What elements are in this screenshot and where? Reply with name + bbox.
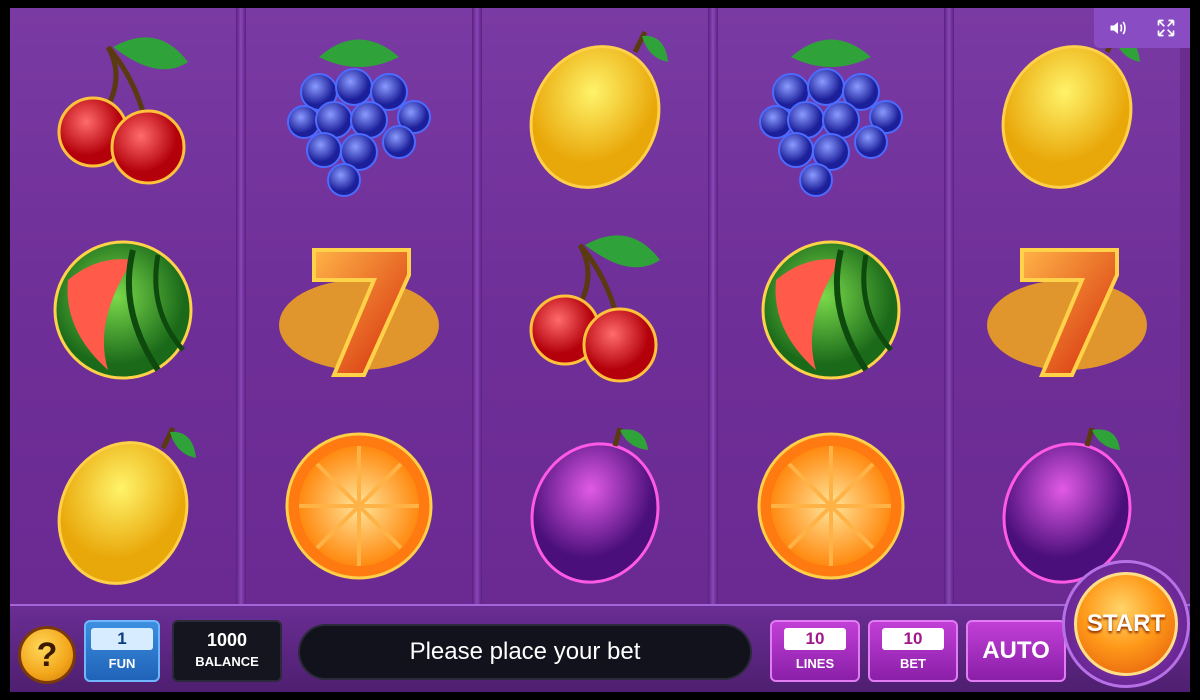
- lines-selector[interactable]: 10 LINES: [770, 620, 860, 682]
- plum-icon: [530, 427, 660, 584]
- reel-divider: [472, 8, 482, 604]
- seven-icon: [987, 248, 1147, 377]
- fun-label: FUN: [108, 656, 136, 671]
- speaker-icon: [1110, 21, 1126, 35]
- balance-value: 1000: [206, 630, 248, 650]
- lines-label: LINES: [795, 656, 835, 671]
- reel-4: [718, 8, 944, 604]
- lemon-symbol: [482, 8, 708, 206]
- fun-value: 1: [91, 628, 153, 650]
- seven-symbol: [246, 206, 472, 404]
- lemon-icon: [529, 30, 668, 189]
- orange-symbol: [246, 404, 472, 602]
- reel-2: [246, 8, 472, 604]
- help-label: ?: [36, 635, 58, 674]
- grapes-symbol: [246, 8, 472, 206]
- balance-display: 1000 BALANCE: [172, 620, 282, 682]
- reel-divider: [236, 8, 246, 604]
- watermelon-symbol: [718, 206, 944, 404]
- reel-3: [482, 8, 708, 604]
- control-bar: ? 1 FUN 1000 BALANCE Please place your b…: [10, 604, 1190, 692]
- sound-button[interactable]: [1101, 11, 1135, 45]
- help-button[interactable]: ?: [18, 626, 76, 684]
- cherry-symbol: [10, 8, 236, 206]
- bet-label: BET: [900, 656, 926, 671]
- cherry-symbol: [482, 206, 708, 404]
- status-message: Please place your bet: [298, 624, 752, 680]
- start-button[interactable]: START: [1074, 572, 1178, 676]
- fullscreen-icon: [1157, 19, 1175, 37]
- watermelon-icon: [53, 240, 193, 380]
- grapes-symbol: [718, 8, 944, 206]
- fun-counter: 1 FUN: [84, 620, 160, 682]
- watermelon-symbol: [10, 206, 236, 404]
- grapes-icon: [759, 39, 903, 197]
- top-controls: [1094, 8, 1190, 48]
- orange-icon: [757, 432, 905, 580]
- slot-game: ? 1 FUN 1000 BALANCE Please place your b…: [10, 8, 1190, 692]
- balance-label: BALANCE: [195, 654, 259, 669]
- watermelon-icon: [761, 240, 901, 380]
- lemon-icon: [57, 426, 196, 585]
- bet-selector[interactable]: 10 BET: [868, 620, 958, 682]
- bet-value: 10: [882, 628, 944, 650]
- reel-divider: [708, 8, 718, 604]
- orange-symbol: [718, 404, 944, 602]
- cherry-icon: [57, 37, 188, 185]
- grapes-icon: [287, 39, 431, 197]
- seven-icon: [279, 248, 439, 377]
- cherry-icon: [529, 235, 660, 383]
- plum-symbol: [482, 404, 708, 602]
- fullscreen-button[interactable]: [1149, 11, 1183, 45]
- reel-5: [954, 8, 1180, 604]
- start-label: START: [1086, 610, 1166, 637]
- seven-symbol: [954, 206, 1180, 404]
- lines-value: 10: [784, 628, 846, 650]
- auto-button[interactable]: AUTO: [966, 620, 1066, 682]
- orange-icon: [285, 432, 433, 580]
- lemon-symbol: [10, 404, 236, 602]
- reel-divider: [944, 8, 954, 604]
- reel-1: [10, 8, 236, 604]
